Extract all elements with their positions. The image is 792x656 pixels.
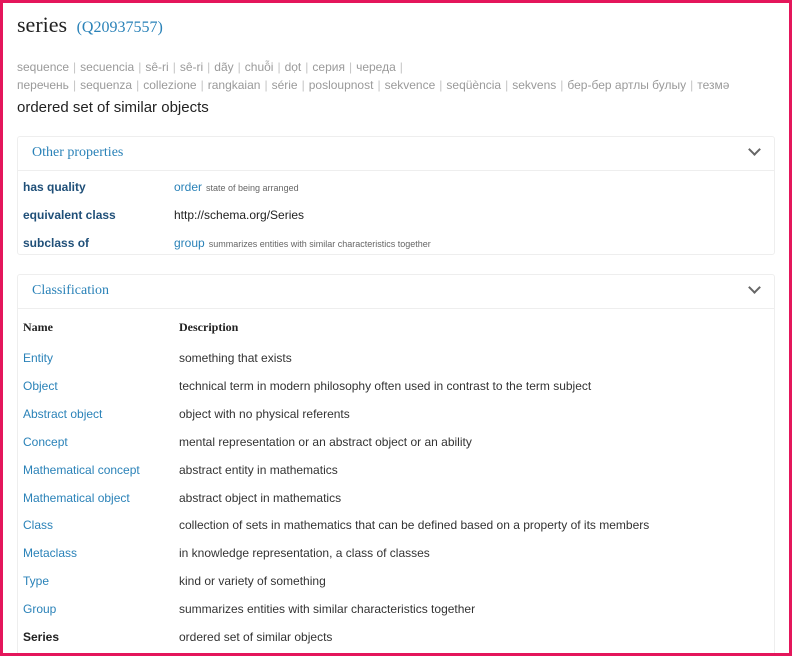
alias-separator: | [505,78,509,92]
class-name-link[interactable]: Type [23,574,49,588]
table-row: Metaclass in knowledge representation, a … [23,546,763,566]
class-description: ordered set of similar objects [179,630,333,644]
alias-item: chuỗi [244,60,274,74]
class-name-link[interactable]: Class [23,518,53,532]
property-name: subclass of [23,236,90,250]
alias-item: sê-ri [179,60,204,74]
class-description: object with no physical referents [179,406,350,421]
table-row: Abstract object object with no physical r… [23,407,763,427]
alias-item: sê-ri [145,60,169,74]
other-properties-title: Other properties [32,145,124,160]
class-name-link[interactable]: Abstract object [23,407,102,421]
class-description: something that exists [179,351,292,365]
entity-label: series [17,12,68,37]
alias-separator: | [277,60,281,74]
classification-title: Classification [32,283,109,298]
alias-separator: | [305,60,309,74]
class-name-link[interactable]: Concept [23,435,68,449]
table-row: Concept mental representation or an abstr… [23,435,763,455]
property-value-note: state of being arranged [206,183,299,193]
table-row: Mathematical object abstract object in ma… [23,491,763,511]
alias-separator: | [172,60,176,74]
table-row: Mathematical concept abstract entity in m… [23,463,763,483]
alias-item: sekvens [512,78,557,92]
classification-header[interactable]: Classification [18,275,774,309]
class-name-link[interactable]: Mathematical object [23,491,130,505]
property-name: has quality [23,180,86,194]
alias-separator: | [72,78,77,92]
class-name-link[interactable]: Group [23,602,56,616]
alias-item: череда [356,60,396,74]
table-row: Type kind or variety of something [23,574,763,594]
alias-item: seqüència [446,78,502,92]
alias-item: перечень [17,78,69,92]
class-description: collection of sets in mathematics that c… [179,518,650,533]
chevron-down-icon[interactable] [748,143,761,156]
table-row: Object technical term in modern philosoph… [23,379,763,399]
property-row-equivalent-class: equivalent class http://schema.org/Serie… [23,208,763,228]
table-row: Class collection of sets in mathematics t… [23,518,763,538]
alias-item: secuencia [80,60,135,74]
alias-separator: | [399,60,403,74]
class-description: technical term in modern philosophy ofte… [179,378,592,393]
alias-item: série [271,78,298,92]
class-description: in knowledge representation, a class of … [179,546,430,561]
alias-separator: | [207,60,211,74]
entity-qid: (Q20937557) [76,19,163,36]
alias-separator: | [136,78,140,92]
alias-item: sequenza [80,78,133,92]
alias-separator: | [690,78,694,92]
class-description: summarizes entities with similar charact… [179,602,476,617]
column-header-name: Name [23,320,53,334]
table-row: Entity something that exists [23,351,763,371]
alias-item: тезмә [697,78,730,92]
page-frame: series (Q20937557) sequence | secuencia | sê… [0,0,792,656]
table-row: Group summarizes entities with similar ch… [23,602,763,622]
property-value-note: summarizes entities with similar charact… [208,239,431,249]
alias-separator: | [439,78,443,92]
chevron-down-icon[interactable] [748,281,761,294]
alias-separator: | [73,60,77,74]
class-name-link: Series [23,630,60,644]
classification-panel: Classification Name Description Entity so… [17,274,775,653]
class-description: abstract entity in mathematics [179,462,338,477]
alias-item: posloupnost [308,78,374,92]
alias-separator: | [138,60,142,74]
class-name-link[interactable]: Entity [23,351,53,365]
alias-separator: | [237,60,241,74]
class-name-link[interactable]: Mathematical concept [23,463,140,477]
class-name-link[interactable]: Object [23,379,58,393]
alias-item: dọt [284,60,302,74]
property-row-has-quality: has quality order state of being arranged [23,180,763,200]
alias-separator: | [264,78,268,92]
alias-item: бер-бер артлы булыу [567,78,687,92]
other-properties-header[interactable]: Other properties [18,137,774,171]
alias-item: серия [312,60,345,74]
alias-separator: | [560,78,564,92]
property-name: equivalent class [23,208,116,222]
alias-list: sequence | secuencia | sê-ri | sê-ri | dãy | chuỗi… [17,58,737,94]
other-properties-panel: Other properties has quality order state … [17,136,775,255]
alias-separator: | [377,78,381,92]
entity-description: ordered set of similar objects [17,99,209,116]
property-value-link[interactable]: group [174,236,205,250]
table-row: Series ordered set of similar objects [23,630,763,650]
property-value-link[interactable]: order [174,180,202,194]
alias-separator: | [200,78,204,92]
column-header-description: Description [179,320,239,334]
class-name-link[interactable]: Metaclass [23,546,77,560]
class-description: kind or variety of something [179,574,326,589]
alias-item: rangkaian [207,78,261,92]
property-value-text: http://schema.org/Series [174,208,305,222]
property-row-subclass-of: subclass of group summarizes entities wit… [23,236,763,256]
alias-separator: | [301,78,305,92]
alias-item: sequence [17,60,70,74]
alias-item: sekvence [384,78,436,92]
class-description: abstract object in mathematics [179,490,342,505]
alias-separator: | [348,60,353,74]
alias-item: dãy [214,60,234,74]
alias-item: collezione [143,78,197,92]
page-title: series (Q20937557) [17,12,163,38]
class-description: mental representation or an abstract obj… [179,434,472,449]
